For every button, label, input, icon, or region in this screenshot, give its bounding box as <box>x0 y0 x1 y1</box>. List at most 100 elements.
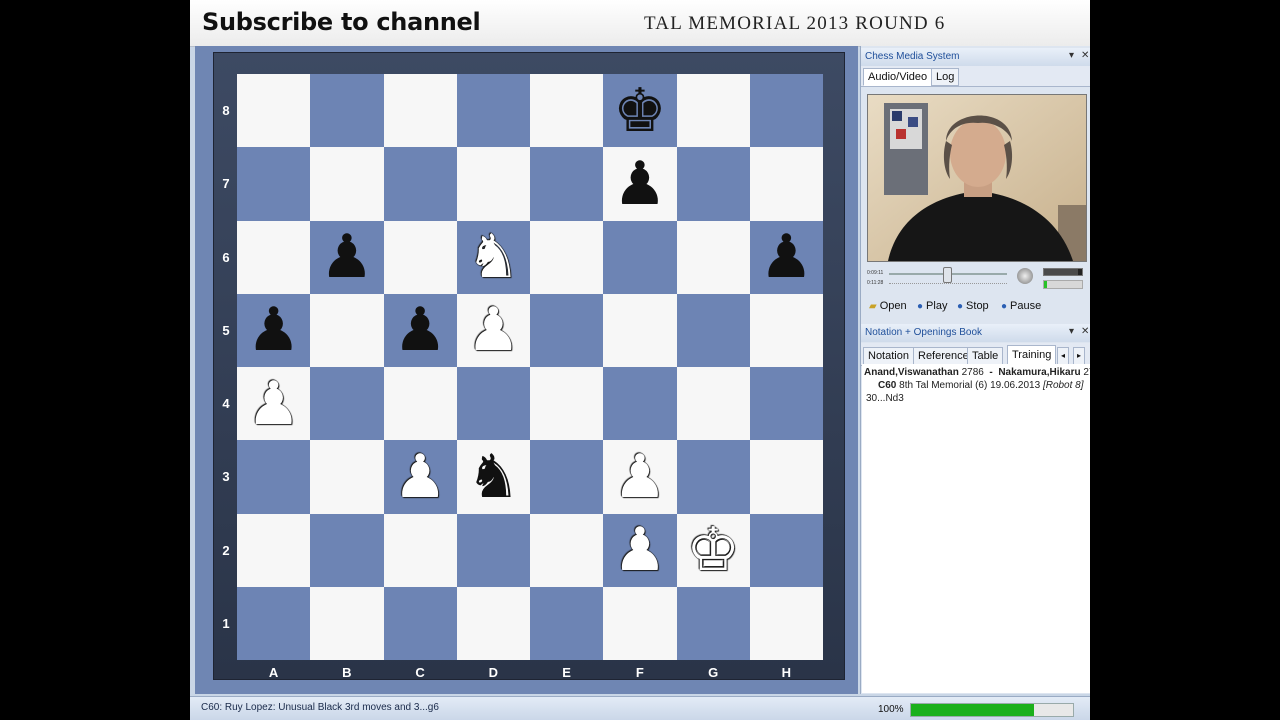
notation-view[interactable]: Anand,Viswanathan 2786 - Nakamura,Hikaru… <box>862 364 1090 693</box>
square-c8[interactable] <box>383 74 457 148</box>
square-h2[interactable] <box>749 513 823 587</box>
square-h7[interactable] <box>749 147 823 221</box>
square-g1[interactable] <box>676 586 750 660</box>
tab-table[interactable]: Table <box>967 347 1004 365</box>
black-player[interactable]: Nakamura,Hikaru <box>998 367 1080 378</box>
square-f8[interactable]: ♚ <box>603 74 677 148</box>
video-player[interactable] <box>867 94 1087 262</box>
black-pawn-icon[interactable]: ♟ <box>247 300 301 360</box>
square-c2[interactable] <box>383 513 457 587</box>
square-c4[interactable] <box>383 367 457 441</box>
black-pawn-icon[interactable]: ♟ <box>613 154 667 214</box>
square-a1[interactable] <box>237 586 311 660</box>
black-pawn-icon[interactable]: ♟ <box>759 227 813 287</box>
square-g3[interactable] <box>676 440 750 514</box>
volume-meter[interactable] <box>1043 268 1083 276</box>
square-b2[interactable] <box>310 513 384 587</box>
square-e7[interactable] <box>530 147 604 221</box>
square-g7[interactable] <box>676 147 750 221</box>
square-e4[interactable] <box>530 367 604 441</box>
square-e2[interactable] <box>530 513 604 587</box>
square-d6[interactable]: ♞ <box>456 220 530 294</box>
seek-thumb[interactable] <box>943 267 953 283</box>
black-pawn-icon[interactable]: ♟ <box>393 300 447 360</box>
square-a4[interactable]: ♟ <box>237 367 311 441</box>
square-f2[interactable]: ♟ <box>603 513 677 587</box>
square-e1[interactable] <box>530 586 604 660</box>
square-c3[interactable]: ♟ <box>383 440 457 514</box>
square-e5[interactable] <box>530 293 604 367</box>
square-d2[interactable] <box>456 513 530 587</box>
square-d1[interactable] <box>456 586 530 660</box>
white-pawn-icon[interactable]: ♟ <box>613 520 667 580</box>
white-knight-icon[interactable]: ♞ <box>466 227 520 287</box>
square-f6[interactable] <box>603 220 677 294</box>
tab-log[interactable]: Log <box>931 68 960 86</box>
square-f7[interactable]: ♟ <box>603 147 677 221</box>
current-move[interactable]: 30...Nd3 <box>866 393 904 404</box>
seek-slider[interactable] <box>889 267 1007 283</box>
black-knight-icon[interactable]: ♞ <box>466 447 520 507</box>
square-d8[interactable] <box>456 74 530 148</box>
square-e3[interactable] <box>530 440 604 514</box>
tab-training[interactable]: Training <box>1007 345 1057 365</box>
scroll-left-icon[interactable]: ◂ <box>1057 347 1070 365</box>
square-f5[interactable] <box>603 293 677 367</box>
close-icon[interactable]: ✕ <box>1081 326 1089 337</box>
square-h4[interactable] <box>749 367 823 441</box>
play-button[interactable]: ● Play <box>917 300 947 312</box>
white-player[interactable]: Anand,Viswanathan <box>864 367 959 378</box>
close-icon[interactable]: ✕ <box>1081 50 1089 61</box>
square-a8[interactable] <box>237 74 311 148</box>
square-b5[interactable] <box>310 293 384 367</box>
square-h5[interactable] <box>749 293 823 367</box>
square-h6[interactable]: ♟ <box>749 220 823 294</box>
square-g6[interactable] <box>676 220 750 294</box>
square-g2[interactable]: ♚ <box>676 513 750 587</box>
tab-notation[interactable]: Notation <box>863 347 914 365</box>
chess-board[interactable]: ♚ ♟ ♟ ♞ ♟ ♟ ♟ ♟ ♟ ♟ ♞ ♟ ♟ ♚ <box>237 74 823 660</box>
square-e8[interactable] <box>530 74 604 148</box>
white-pawn-icon[interactable]: ♟ <box>393 447 447 507</box>
speaker-icon[interactable] <box>1017 268 1033 284</box>
square-d5[interactable]: ♟ <box>456 293 530 367</box>
white-pawn-icon[interactable]: ♟ <box>466 300 520 360</box>
subscribe-banner[interactable]: Subscribe to channel <box>202 8 481 36</box>
square-f3[interactable]: ♟ <box>603 440 677 514</box>
square-g5[interactable] <box>676 293 750 367</box>
square-e6[interactable] <box>530 220 604 294</box>
white-pawn-icon[interactable]: ♟ <box>613 447 667 507</box>
square-d4[interactable] <box>456 367 530 441</box>
square-h3[interactable] <box>749 440 823 514</box>
square-c7[interactable] <box>383 147 457 221</box>
square-d3[interactable]: ♞ <box>456 440 530 514</box>
white-pawn-icon[interactable]: ♟ <box>247 374 301 434</box>
scroll-right-icon[interactable]: ▸ <box>1073 347 1086 365</box>
dropdown-icon[interactable]: ▾ <box>1069 50 1074 61</box>
pause-button[interactable]: ● Pause <box>1001 300 1041 312</box>
square-a2[interactable] <box>237 513 311 587</box>
square-h8[interactable] <box>749 74 823 148</box>
square-b7[interactable] <box>310 147 384 221</box>
square-b6[interactable]: ♟ <box>310 220 384 294</box>
tab-audio-video[interactable]: Audio/Video <box>863 68 933 86</box>
square-g8[interactable] <box>676 74 750 148</box>
tab-reference[interactable]: Reference <box>913 347 974 365</box>
square-d7[interactable] <box>456 147 530 221</box>
square-a7[interactable] <box>237 147 311 221</box>
square-b3[interactable] <box>310 440 384 514</box>
white-king-icon[interactable]: ♚ <box>686 520 740 580</box>
square-a5[interactable]: ♟ <box>237 293 311 367</box>
open-button[interactable]: ▰ Open <box>869 300 907 312</box>
square-c5[interactable]: ♟ <box>383 293 457 367</box>
square-b8[interactable] <box>310 74 384 148</box>
square-c1[interactable] <box>383 586 457 660</box>
square-a3[interactable] <box>237 440 311 514</box>
square-a6[interactable] <box>237 220 311 294</box>
square-b4[interactable] <box>310 367 384 441</box>
black-king-icon[interactable]: ♚ <box>613 81 667 141</box>
dropdown-icon[interactable]: ▾ <box>1069 326 1074 337</box>
stop-button[interactable]: ● Stop <box>957 300 989 312</box>
square-f1[interactable] <box>603 586 677 660</box>
square-f4[interactable] <box>603 367 677 441</box>
